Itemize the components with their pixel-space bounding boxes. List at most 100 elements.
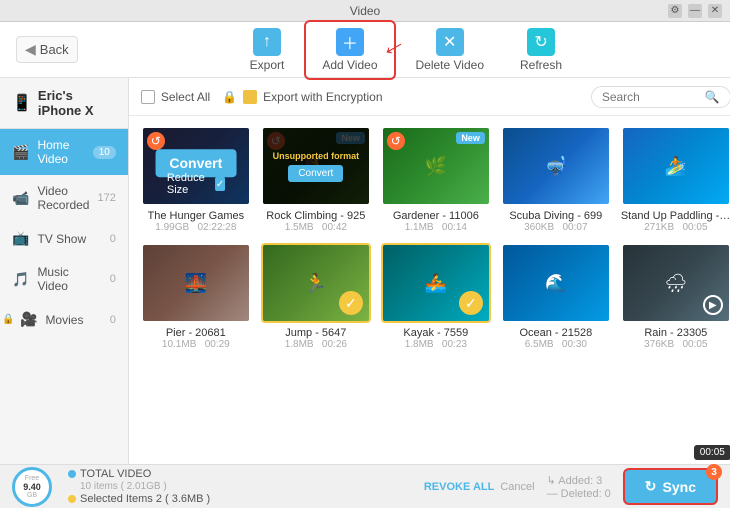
video-name-scuba: Scuba Diving - 699	[509, 210, 602, 222]
video-meta-hunger-games: 1.99GB 02:22:28	[148, 222, 245, 233]
video-name-gardener: Gardener - 11006	[393, 210, 479, 222]
close-btn[interactable]: ✕	[708, 4, 722, 18]
video-info-pier: Pier - 20681 10.1MB 00:29	[162, 327, 230, 350]
video-meta-pier: 10.1MB 00:29	[162, 339, 230, 350]
video-thumb-gardener: 🌿 ↺ New	[381, 126, 491, 206]
revoke-all-button[interactable]: REVOKE ALL	[424, 481, 495, 493]
title-bar: Video ⚙ — ✕	[0, 0, 730, 22]
play-circle-rain[interactable]: ▶	[703, 295, 723, 315]
delete-video-button[interactable]: ✕ Delete Video	[400, 22, 501, 78]
storage-value: 9.40	[23, 482, 41, 492]
back-label: Back	[40, 42, 69, 57]
thumb-bg-scuba: 🤿	[503, 128, 609, 204]
video-thumb-rock-climbing: 🧗 ↺ New Unsupported format Convert	[261, 126, 371, 206]
video-thumb-scuba: 🤿	[501, 126, 611, 206]
video-name-pier: Pier - 20681	[162, 327, 230, 339]
add-video-icon: ＋	[336, 28, 364, 56]
video-info-paddle: Stand Up Paddling - ... 271KB 00:05	[621, 210, 730, 233]
reduce-checkbox[interactable]: ✓	[215, 177, 225, 191]
back-button[interactable]: ◀ Back	[16, 36, 78, 63]
add-video-label: Add Video	[322, 58, 377, 72]
tv-show-count: 0	[110, 233, 116, 245]
search-input[interactable]	[602, 90, 699, 104]
device-icon: 📱	[12, 93, 32, 113]
convert-button-rock[interactable]: Convert	[288, 165, 343, 182]
new-badge-gardener: New	[456, 132, 485, 144]
video-info-gardener: Gardener - 11006 1.1MB 00:14	[393, 210, 479, 233]
sidebar-item-label-video-recorded: Video Recorded	[37, 184, 89, 212]
back-arrow-icon: ◀	[25, 41, 36, 58]
main-container: 📱 Eric's iPhone X 🎬 Home Video 10 📹 Vide…	[0, 78, 730, 464]
toolbar: ◀ Back ↑ Export ＋ Add Video ✕ Delete Vid…	[0, 22, 730, 78]
content-toolbar: Select All 🔒 Export with Encryption 🔍	[129, 78, 730, 116]
video-card-rock-climbing[interactable]: 🧗 ↺ New Unsupported format Convert Rock …	[261, 126, 371, 233]
refresh-button[interactable]: ↻ Refresh	[504, 22, 578, 78]
delete-video-label: Delete Video	[416, 58, 485, 72]
deleted-detail: — Deleted: 0	[547, 488, 611, 500]
total-video-label: TOTAL VIDEO	[80, 468, 151, 480]
sync-icon: ↻	[645, 478, 657, 495]
minimize-btn[interactable]: —	[688, 4, 702, 18]
sidebar-item-home-video[interactable]: 🎬 Home Video 10	[0, 129, 128, 175]
selected-stat: Selected Items 2 ( 3.6MB )	[68, 493, 210, 505]
refresh-icon: ↻	[527, 28, 555, 56]
select-all-checkbox[interactable]	[141, 90, 155, 104]
video-meta-kayak: 1.8MB 00:23	[403, 339, 468, 350]
undo-icon-gardener: ↺	[387, 132, 405, 150]
check-badge-kayak: ✓	[459, 291, 483, 315]
revoke-separator: Cancel	[500, 481, 534, 493]
export-icon: ↑	[253, 28, 281, 56]
video-card-gardener[interactable]: 🌿 ↺ New Gardener - 11006 1.1MB 00:14	[381, 126, 491, 233]
video-info-rock: Rock Climbing - 925 1.5MB 00:42	[266, 210, 365, 233]
video-recorded-icon: 📹	[12, 190, 29, 207]
sidebar: 📱 Eric's iPhone X 🎬 Home Video 10 📹 Vide…	[0, 78, 129, 464]
storage-indicator: Free 9.40 GB	[12, 467, 52, 507]
video-thumb-pier: 🌉	[141, 243, 251, 323]
video-card-rain[interactable]: 🌧 ▶ Rain - 23305 376KB 00:05	[621, 243, 730, 350]
video-meta-gardener: 1.1MB 00:14	[393, 222, 479, 233]
video-name-hunger-games: The Hunger Games	[148, 210, 245, 222]
video-thumb-rain: 🌧 ▶	[621, 243, 730, 323]
video-card-jump[interactable]: 🏃 ✓ Jump - 5647 1.8MB 00:26	[261, 243, 371, 350]
select-all-label[interactable]: Select All	[141, 90, 210, 104]
lock-encrypt-icon: 🔒	[222, 90, 237, 104]
video-info-scuba: Scuba Diving - 699 360KB 00:07	[509, 210, 602, 233]
convert-overlay: Unsupported format Convert	[263, 128, 369, 204]
export-label: Export	[250, 58, 285, 72]
video-info-hunger-games: The Hunger Games 1.99GB 02:22:28	[148, 210, 245, 233]
home-video-count: 10	[93, 146, 116, 159]
video-card-hunger-games[interactable]: 🔥 ↺ Convert Reduce Size ✓ The Hunger Gam…	[141, 126, 251, 233]
video-info-kayak: Kayak - 7559 1.8MB 00:23	[403, 327, 468, 350]
video-name-ocean: Ocean - 21528	[519, 327, 592, 339]
video-meta-rock: 1.5MB 00:42	[266, 222, 365, 233]
video-info-jump: Jump - 5647 1.8MB 00:26	[285, 327, 347, 350]
video-name-kayak: Kayak - 7559	[403, 327, 468, 339]
revoke-all-section: REVOKE ALL Cancel	[424, 481, 535, 493]
movies-icon: 🎥	[20, 311, 37, 328]
sidebar-item-movies[interactable]: 🔒 🎥 Movies 0	[0, 302, 128, 337]
export-button[interactable]: ↑ Export	[234, 22, 301, 78]
sidebar-item-music-video[interactable]: 🎵 Music Video 0	[0, 256, 128, 302]
video-recorded-count: 172	[97, 192, 115, 204]
video-thumb-hunger-games: 🔥 ↺ Convert Reduce Size ✓	[141, 126, 251, 206]
video-card-ocean[interactable]: 🌊 Ocean - 21528 6.5MB 00:30	[501, 243, 611, 350]
sidebar-item-video-recorded[interactable]: 📹 Video Recorded 172	[0, 175, 128, 221]
refresh-label: Refresh	[520, 58, 562, 72]
sync-label: Sync	[663, 479, 696, 495]
selected-label: Selected Items 2 ( 3.6MB )	[80, 493, 210, 505]
video-name-paddle: Stand Up Paddling - ...	[621, 210, 730, 222]
encrypt-checkbox[interactable]	[243, 90, 257, 104]
settings-icon[interactable]: ⚙	[668, 4, 682, 18]
sidebar-item-tv-show[interactable]: 📺 TV Show 0	[0, 221, 128, 256]
video-card-paddle[interactable]: 🏄 Stand Up Paddling - ... 271KB 00:05	[621, 126, 730, 233]
video-card-scuba[interactable]: 🤿 Scuba Diving - 699 360KB 00:07	[501, 126, 611, 233]
video-card-pier[interactable]: 🌉 Pier - 20681 10.1MB 00:29	[141, 243, 251, 350]
video-card-kayak[interactable]: 🚣 ✓ Kayak - 7559 1.8MB 00:23	[381, 243, 491, 350]
selected-dot	[68, 495, 76, 503]
video-name-rock: Rock Climbing - 925	[266, 210, 365, 222]
movies-count: 0	[110, 314, 116, 326]
bottom-right: REVOKE ALL Cancel ↳ Added: 3 — Deleted: …	[424, 468, 718, 505]
sync-button[interactable]: ↻ Sync 3	[623, 468, 718, 505]
video-info-ocean: Ocean - 21528 6.5MB 00:30	[519, 327, 592, 350]
export-encrypt-button[interactable]: 🔒 Export with Encryption	[222, 90, 382, 104]
